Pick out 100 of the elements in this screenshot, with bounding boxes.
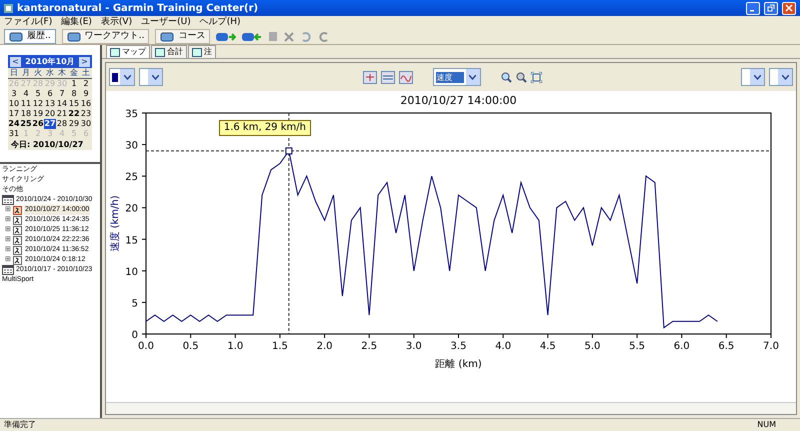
x-tick-label: 1.5 [272,341,288,352]
chart-title: 2010/10/27 14:00:00 [400,94,517,107]
toolbar-icon [160,32,174,42]
status-text: 準備完了 [4,419,36,431]
calendar-day[interactable]: 4 [20,89,32,99]
minimize-button[interactable] [746,2,760,14]
calendar-day[interactable]: 28 [56,119,68,129]
calendar-day[interactable]: 16 [80,99,92,109]
transfer-icon[interactable] [242,32,262,42]
calendar-day[interactable]: 27 [44,119,56,129]
calendar-day[interactable]: 24 [8,119,20,129]
zoom-in-icon[interactable] [500,72,512,82]
calendar-day[interactable]: 7 [56,89,68,99]
chart-mode-icon[interactable] [380,70,394,84]
x-tick-label: 5.0 [584,341,600,352]
line-color-dropdown[interactable] [109,68,135,86]
y-tick-label: 15 [125,235,138,246]
calendar-day[interactable]: 13 [44,99,56,109]
fit-icon[interactable] [530,72,542,82]
toolbar-button[interactable]: コース [155,29,210,44]
menu-item[interactable]: ユーザー(U) [141,16,191,30]
y-tick-label: 35 [125,109,138,120]
calendar-day[interactable]: 29 [68,119,80,129]
weekday-label: 水 [45,68,55,78]
horizontal-scrollbar[interactable] [106,402,796,414]
view-tab[interactable]: 合計 [151,45,187,58]
menu-item[interactable]: 表示(V) [100,16,132,30]
close-icon [785,4,793,12]
calendar-day[interactable]: 10 [8,99,20,109]
y-axis-label: 速度 (km/h) [110,195,121,252]
calendar-day[interactable]: 22 [68,109,80,119]
toolbar-button[interactable]: 履歴.. [4,29,56,44]
maximize-button[interactable] [764,2,778,14]
x-tick-label: 4.5 [540,341,556,352]
x-axis-label: 距離 (km) [435,359,482,370]
metric-dropdown[interactable]: 速度 [432,68,480,86]
weekday-label: 木 [57,68,67,78]
zoom-out-icon[interactable] [516,72,526,82]
x-tick-label: 3.0 [406,341,422,352]
calendar-day[interactable]: 5 [32,89,44,99]
calendar-day[interactable]: 30 [80,119,92,129]
calendar-day[interactable]: 19 [32,109,44,119]
y-tick-label: 0 [132,330,138,341]
app-icon [4,4,13,12]
calendar-day[interactable]: 11 [20,99,32,109]
calendar-day[interactable]: 31 [8,129,20,139]
menu-item[interactable]: ファイル(F) [4,16,52,30]
y-tick-label: 10 [125,266,138,278]
calendar-day[interactable]: 21 [56,109,68,119]
option-dropdown[interactable] [741,68,765,86]
calendar-day[interactable]: 2 [80,79,92,89]
y-tick-label: 20 [125,204,138,215]
toolbar-icon [66,32,81,42]
x-tick-label: 0.5 [182,341,199,352]
calendar-day[interactable]: 25 [20,119,32,129]
calendar-day[interactable]: 12 [32,99,44,109]
chart-mode-icon[interactable] [398,70,412,84]
view-tab[interactable]: 注 [188,45,216,58]
view-tab[interactable]: マップ [106,45,150,58]
calendar-day[interactable]: 15 [68,99,80,109]
y-tick-label: 5 [132,298,138,310]
calendar-day[interactable]: 3 [8,89,20,99]
calendar-day[interactable]: 8 [68,89,80,99]
window-title: kantaronatural - Garmin Training Center(r) [17,2,260,16]
menu-item[interactable]: 編集(E) [61,16,92,30]
calendar-day[interactable]: 20 [44,109,56,119]
style-dropdown[interactable] [139,68,163,86]
toolbar-button[interactable]: ワークアウト.. [62,29,150,44]
calendar-day[interactable]: 9 [80,89,92,99]
tab-icon [110,48,120,56]
y-tick-label: 30 [125,140,138,152]
x-tick-label: 2.0 [316,341,333,352]
restore-icon [767,4,775,12]
toolbar-icon [9,32,23,42]
close-button[interactable] [782,2,796,14]
data-tooltip: 1.6 km, 29 km/h [218,120,311,136]
today-label: 今日: 2010/10/27 [10,139,84,150]
calendar-day[interactable]: 23 [80,109,92,119]
calendar-month-label: 2010年10月 [25,56,75,68]
calendar-day[interactable]: 1 [68,79,80,89]
calendar-day[interactable]: 17 [8,109,20,119]
tab-icon [192,48,202,56]
calendar-day[interactable]: 6 [44,89,56,99]
x-tick-label: 7.0 [763,341,779,352]
tab-icon [155,48,165,56]
weekday-label: 火 [33,68,43,78]
calendar-day[interactable]: 26 [32,119,44,129]
x-tick-label: 3.5 [450,341,466,352]
chart-mode-icon[interactable] [362,70,376,84]
data-point-marker [285,147,292,154]
calendar-day[interactable]: 18 [20,109,32,119]
option-dropdown[interactable] [769,68,793,86]
prev-month-button[interactable]: < [10,56,21,66]
calendar-day[interactable]: 14 [56,99,68,109]
x-tick-label: 6.0 [674,341,690,352]
num-lock-indicator: NUM [757,419,777,431]
menu-item[interactable]: ヘルプ(H) [200,16,241,30]
next-month-button[interactable]: > [79,56,90,66]
weekday-label: 日 [9,68,19,78]
transfer-icon[interactable] [216,32,236,42]
